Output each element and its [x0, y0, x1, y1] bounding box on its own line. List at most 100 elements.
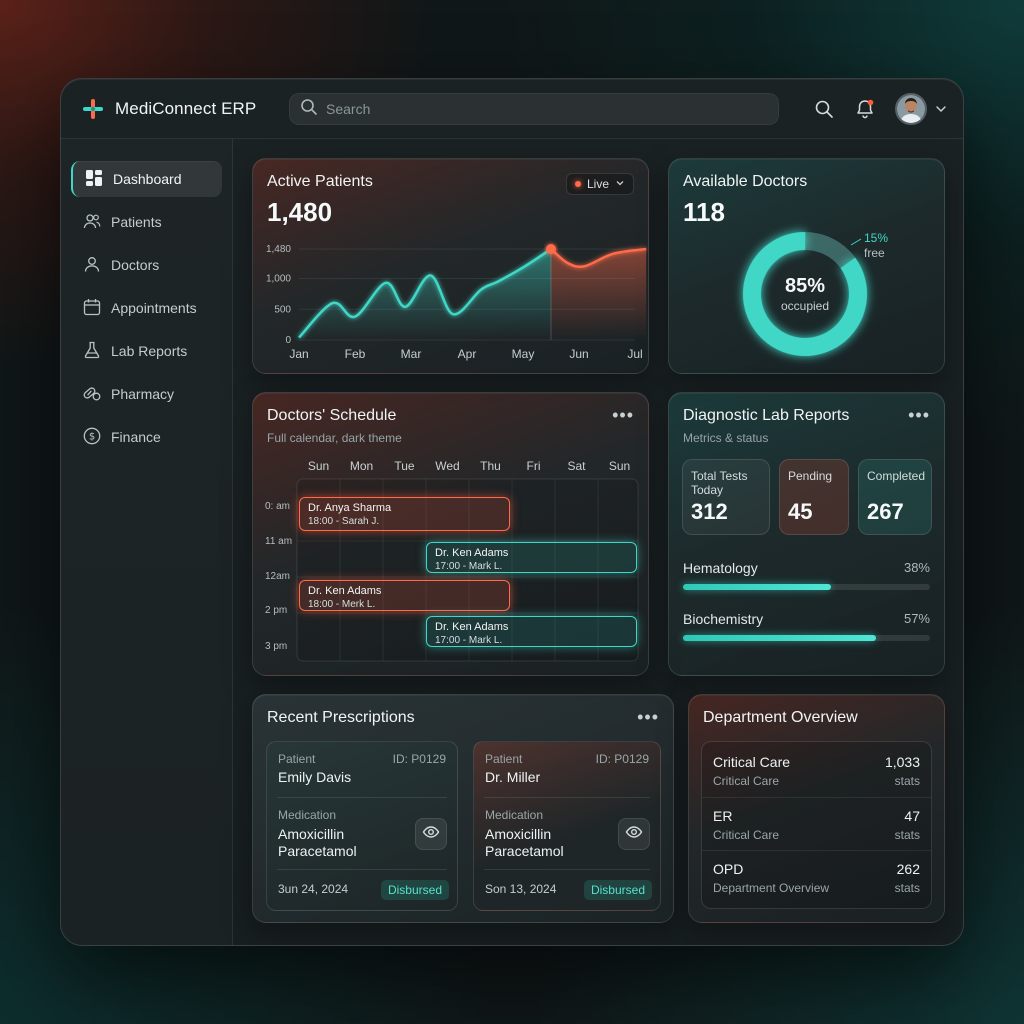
metric-value: 267: [867, 499, 904, 524]
metric-completed[interactable]: Completed 267: [858, 459, 932, 535]
occupied-label: occupied: [780, 299, 830, 313]
y-tick-label: 1,480: [266, 244, 291, 255]
sidebar-item-label: Finance: [111, 429, 161, 445]
x-tick-label: May: [512, 347, 535, 361]
department-stats-label: stats: [894, 774, 920, 788]
chevron-down-icon[interactable]: [929, 97, 953, 121]
sidebar-item-label: Appointments: [111, 300, 197, 316]
free-pointer-line: [850, 238, 862, 246]
free-percent: 15%: [864, 231, 889, 245]
search-icon: [300, 98, 318, 121]
x-tick-label: Jan: [289, 347, 308, 361]
search-input[interactable]: [326, 101, 746, 117]
sidebar-item-patients[interactable]: Patients: [71, 204, 222, 240]
metric-total-tests[interactable]: Total Tests Today 312: [682, 459, 770, 535]
sidebar-item-doctors[interactable]: Doctors: [71, 247, 222, 283]
department-name: Critical Care: [713, 754, 791, 770]
card-title: Department Overview: [703, 709, 858, 726]
sidebar-item-pharmacy[interactable]: Pharmacy: [71, 376, 222, 412]
view-prescription-button[interactable]: [415, 818, 447, 850]
sidebar-item-finance[interactable]: $ Finance: [71, 419, 222, 455]
sidebar-item-label: Patients: [111, 214, 162, 230]
event-time: 18:00 - Sarah J.: [308, 516, 380, 527]
top-bar: MediConnect ERP: [61, 79, 963, 139]
event-doctor: Dr. Ken Adams: [435, 547, 509, 559]
calendar-icon: [83, 298, 101, 319]
prescription-card[interactable]: Patient ID: P0129 Dr. Miller Medication …: [473, 741, 661, 911]
y-tick-label: 1,000: [266, 274, 291, 285]
sidebar-item-label: Pharmacy: [111, 386, 175, 402]
department-subtitle: Department Overview: [713, 881, 830, 895]
department-overview-card: Department Overview Critical Care Critic…: [688, 694, 945, 923]
schedule-event[interactable]: Dr. Anya Sharma 18:00 - Sarah J.: [299, 497, 510, 531]
medication-name: Amoxicillin: [278, 826, 345, 842]
lab-reports-card: Diagnostic Lab Reports Metrics & status …: [668, 392, 945, 676]
card-title: Recent Prescriptions: [267, 709, 415, 726]
department-stats-label: stats: [894, 881, 920, 895]
patient-id: ID: P0129: [392, 752, 446, 766]
more-options-icon[interactable]: •••: [637, 707, 659, 728]
schedule-event[interactable]: Dr. Ken Adams 17:00 - Mark L.: [426, 542, 637, 573]
dollar-icon: $: [83, 427, 101, 448]
bar-label-biochemistry: Biochemistry: [683, 611, 764, 627]
sidebar-item-dashboard[interactable]: Dashboard: [71, 161, 222, 197]
bar-label-hematology: Hematology: [683, 560, 758, 576]
sidebar-item-lab-reports[interactable]: Lab Reports: [71, 333, 222, 369]
medication-name: Paracetamol: [485, 843, 564, 859]
divider: [484, 869, 650, 870]
event-time: 17:00 - Mark L.: [435, 561, 503, 572]
department-subtitle: Critical Care: [713, 774, 780, 788]
prescription-date: 3un 24, 2024: [278, 882, 349, 896]
more-options-icon[interactable]: •••: [908, 405, 930, 426]
view-prescription-button[interactable]: [618, 818, 650, 850]
department-value: 262: [896, 861, 920, 877]
search-icon[interactable]: [812, 97, 836, 121]
patient-name: Emily Davis: [278, 769, 352, 785]
brand[interactable]: MediConnect ERP: [81, 97, 256, 121]
divider: [484, 797, 650, 798]
divider: [277, 869, 447, 870]
patient-label: Patient: [485, 752, 523, 766]
department-name: OPD: [713, 861, 744, 877]
active-patients-card: Active Patients 1,480 Live 1,480 1,000 500…: [252, 158, 649, 374]
x-tick-label: Apr: [458, 347, 477, 361]
search-bar[interactable]: [289, 93, 779, 125]
schedule-event[interactable]: Dr. Ken Adams 18:00 - Merk L.: [299, 580, 510, 611]
progress-track: [683, 635, 930, 641]
progress-fill-hematology: [683, 584, 832, 590]
patients-area-chart: 1,480 1,000 500 0Jan Feb Mar Apr May Jun Jul: [266, 244, 647, 361]
metric-label: Pending: [788, 469, 833, 483]
sidebar-item-appointments[interactable]: Appointments: [71, 290, 222, 326]
patient-name: Dr. Miller: [485, 769, 541, 785]
eye-icon: [625, 823, 643, 846]
event-doctor: Dr. Ken Adams: [435, 621, 509, 633]
grid-icon: [85, 169, 103, 190]
metric-label: Completed: [867, 469, 926, 483]
doctors-schedule-card: Doctors' Schedule Full calendar, dark th…: [252, 392, 649, 676]
flask-icon: [83, 341, 101, 362]
card-title: Diagnostic Lab Reports: [683, 407, 850, 424]
y-tick-label: 0: [285, 335, 291, 346]
status-badge: Disbursed: [380, 880, 449, 900]
sidebar-item-label: Doctors: [111, 257, 160, 273]
department-stats-label: stats: [894, 828, 920, 842]
department-row[interactable]: Critical Care Critical Care 1,033 stats: [702, 744, 931, 797]
divider: [277, 797, 447, 798]
sidebar-item-label: Dashboard: [113, 171, 182, 187]
schedule-event[interactable]: Dr. Ken Adams 17:00 - Mark L.: [426, 616, 637, 647]
bell-icon[interactable]: [853, 97, 877, 121]
users-icon: [83, 212, 101, 233]
department-row[interactable]: ER Critical Care 47 stats: [702, 797, 931, 850]
prescription-card[interactable]: Patient ID: P0129 Emily Davis Medication…: [266, 741, 458, 911]
department-subtitle: Critical Care: [713, 828, 780, 842]
medication-label: Medication: [278, 808, 337, 822]
avatar[interactable]: [895, 93, 927, 125]
department-row[interactable]: OPD Department Overview 262 stats: [702, 850, 931, 903]
metric-pending[interactable]: Pending 45: [779, 459, 849, 535]
medication-label: Medication: [485, 808, 544, 822]
metric-value: 312: [691, 499, 728, 524]
department-list: Critical Care Critical Care 1,033 stats …: [701, 741, 932, 909]
progress-fill-biochemistry: [683, 635, 876, 641]
app-window: MediConnect ERP Search Dashboard Patient…: [60, 78, 964, 946]
recent-prescriptions-card: Recent Prescriptions ••• Patient ID: P01…: [252, 694, 674, 923]
